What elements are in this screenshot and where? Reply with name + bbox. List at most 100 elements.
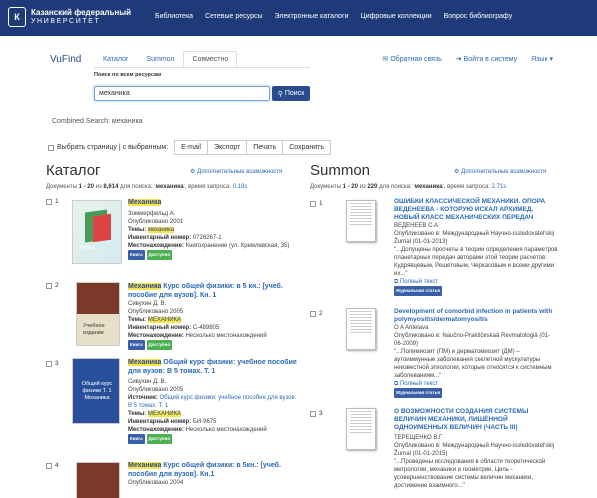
gears-icon: ⚙ bbox=[190, 169, 196, 175]
cover-label: Книга bbox=[79, 245, 95, 251]
fulltext-link[interactable]: ⧉ Полный текст bbox=[394, 278, 558, 286]
email-button[interactable]: E-mail bbox=[174, 140, 208, 155]
availability-badge: Доступно bbox=[146, 434, 173, 444]
format-badge: Книга bbox=[128, 434, 145, 444]
nav-ask-librarian[interactable]: Вопрос библиографу bbox=[444, 13, 513, 20]
search-tabs: Каталог Summon Совместно bbox=[94, 51, 238, 67]
summon-advanced-link[interactable]: ⚙ Дополнительные возможности bbox=[454, 168, 547, 175]
document-thumbnail-icon[interactable] bbox=[346, 408, 376, 450]
location-label: Местонахождение: bbox=[128, 333, 184, 339]
stats-query-pre: для поиска: ' bbox=[118, 184, 156, 190]
result-number: 3 bbox=[55, 360, 59, 367]
topics-value[interactable]: механика bbox=[147, 227, 175, 233]
nav-network-resources[interactable]: Сетевые ресурсы bbox=[205, 13, 262, 20]
location-value: Книгохранение (ул. Кремлевская, 35) bbox=[185, 243, 290, 249]
kfu-logo[interactable]: К Казанский федеральный УНИВЕРСИТЕТ bbox=[8, 7, 131, 27]
fulltext-link[interactable]: ⧉ Полный текст bbox=[394, 380, 558, 388]
search-icon: ⚲ bbox=[277, 90, 283, 98]
external-link-icon: ⧉ bbox=[394, 381, 399, 387]
book-cover[interactable] bbox=[76, 462, 120, 498]
search-button-label: Поиск bbox=[284, 90, 305, 97]
result-meta: Сивухин Д. В. Опубликовано 2005 Источник… bbox=[128, 378, 298, 444]
availability-badge: Доступно bbox=[146, 250, 173, 260]
result-checkbox[interactable] bbox=[46, 198, 52, 205]
print-button[interactable]: Печать bbox=[246, 140, 284, 155]
tab-catalog[interactable]: Каталог bbox=[94, 51, 137, 67]
result-checkbox[interactable] bbox=[46, 282, 52, 289]
location-label: Местонахождение: bbox=[128, 243, 184, 249]
search-button[interactable]: ⚲ Поиск bbox=[272, 86, 310, 101]
result-published: Опубликовано 2004 bbox=[128, 480, 184, 486]
catalog-title: Каталог bbox=[46, 162, 101, 179]
catalog-stats: Документы 1 - 20 из 8,614 для поиска: 'м… bbox=[46, 184, 247, 190]
result-snippet: "...Полимиозит (ПМ) и дерматомиозит (ДМ)… bbox=[394, 349, 552, 379]
result-title[interactable]: Механика bbox=[128, 198, 298, 207]
stats-time-pre: ', время запроса: bbox=[183, 184, 233, 190]
result-author: ТЕРЕЩЕНКО В.Г bbox=[394, 435, 443, 441]
stats-time-pre: ', время запроса: bbox=[442, 184, 492, 190]
gears-icon: ⚙ bbox=[454, 169, 460, 175]
nav-digital-collections[interactable]: Цифровые коллекции bbox=[361, 13, 432, 20]
search-input[interactable]: механика bbox=[94, 86, 270, 101]
book-cover[interactable]: Книга bbox=[72, 200, 122, 264]
result-meta: O A Antelava Опубликовано в: Naučno-Prak… bbox=[394, 324, 558, 398]
result-title[interactable]: Механика Общий курс физики: учебное посо… bbox=[128, 358, 298, 376]
result-title[interactable]: О ВОЗМОЖНОСТИ СОЗДАНИЯ СИСТЕМЫ ВЕЛИЧИН М… bbox=[394, 408, 558, 432]
result-checkbox[interactable] bbox=[310, 310, 316, 317]
catalog-advanced-link[interactable]: ⚙ Дополнительные возможности bbox=[190, 168, 283, 175]
language-dropdown[interactable]: Язык ▾ bbox=[531, 55, 553, 63]
stats-query: механика bbox=[155, 184, 184, 190]
vufind-logo[interactable]: VuFind bbox=[50, 54, 81, 65]
export-button[interactable]: Экспорт bbox=[206, 140, 248, 155]
university-emblem-icon: К bbox=[8, 7, 26, 27]
select-page-checkbox[interactable] bbox=[48, 144, 54, 151]
caret-down-icon: ▾ bbox=[549, 56, 553, 63]
nav-electronic-catalogs[interactable]: Электронные каталоги bbox=[275, 13, 349, 20]
topics-value[interactable]: МЕХАНИКА bbox=[147, 411, 182, 417]
book-cover[interactable]: Общий курс физики Т. 1 Механика bbox=[72, 358, 120, 424]
result-number: 1 bbox=[55, 198, 59, 205]
feedback-link[interactable]: ✉ Обратная связь bbox=[382, 55, 441, 63]
result-meta: Зоммерфельд А. Опубликовано 2001 Темы: м… bbox=[128, 210, 298, 260]
result-author: O A Antelava bbox=[394, 325, 429, 331]
result-checkbox[interactable] bbox=[46, 360, 52, 367]
format-badge: Журнальная статья bbox=[394, 388, 443, 398]
stats-query: механика bbox=[414, 184, 443, 190]
result-title[interactable]: Механика Курс общей физики: в 5 кн.: [уч… bbox=[128, 282, 298, 300]
result-checkbox[interactable] bbox=[46, 462, 52, 469]
result-published: Опубликовано 2005 bbox=[128, 387, 184, 393]
result-meta: ВЕДЕНЕЕВ С.А Опубликовано в: Международн… bbox=[394, 222, 558, 296]
topics-value[interactable]: МЕХАНИКА bbox=[147, 317, 182, 323]
result-title[interactable]: Механика Курс общей физики: в 5кн.: [уче… bbox=[128, 461, 298, 479]
format-badge: Книга bbox=[128, 250, 145, 260]
result-author: ВЕДЕНЕЕВ С.А bbox=[394, 223, 439, 229]
envelope-icon: ✉ bbox=[382, 56, 389, 63]
result-meta: Опубликовано 2004 bbox=[128, 479, 298, 487]
stats-total: 8,614 bbox=[103, 184, 119, 190]
save-button[interactable]: Сохранить bbox=[282, 140, 332, 155]
inventory-value: БИ-9675 bbox=[192, 419, 217, 425]
result-snippet: "...Допущены просчеты в теории определен… bbox=[394, 247, 558, 277]
inventory-value: 0726267-1 bbox=[192, 235, 222, 241]
result-title[interactable]: ОШИБКИ КЛАССИЧЕСКОЙ МЕХАНИКИ. ОПОРА ВЕДЕ… bbox=[394, 198, 558, 222]
fulltext-label: Полный текст bbox=[399, 279, 439, 285]
result-checkbox[interactable] bbox=[310, 200, 316, 207]
login-link[interactable]: ➜ Войти в систему bbox=[456, 55, 517, 63]
result-author: Зоммерфельд А. bbox=[128, 211, 176, 217]
document-thumbnail-icon[interactable] bbox=[346, 308, 376, 350]
document-thumbnail-icon[interactable] bbox=[346, 200, 376, 242]
book-cover[interactable]: Учебное издание bbox=[76, 282, 120, 346]
result-published: Опубликовано 2005 bbox=[128, 309, 184, 315]
result-checkbox[interactable] bbox=[310, 410, 316, 417]
tab-summon[interactable]: Summon bbox=[137, 51, 183, 67]
result-published: Опубликовано в: Naučno-Praktičeskaâ Revm… bbox=[394, 333, 551, 347]
stats-range: 1 - 20 bbox=[78, 184, 94, 190]
combined-search-title: Combined Search: механика bbox=[52, 118, 143, 125]
result-title[interactable]: Development of comorbid infection in pat… bbox=[394, 308, 558, 324]
nav-library[interactable]: Библиотека bbox=[155, 13, 193, 20]
format-badge: Книга bbox=[128, 340, 145, 350]
result-number: 2 bbox=[319, 310, 323, 317]
tab-divider bbox=[94, 67, 310, 68]
stats-prefix: Документы bbox=[46, 184, 79, 190]
tab-combined[interactable]: Совместно bbox=[183, 51, 238, 67]
